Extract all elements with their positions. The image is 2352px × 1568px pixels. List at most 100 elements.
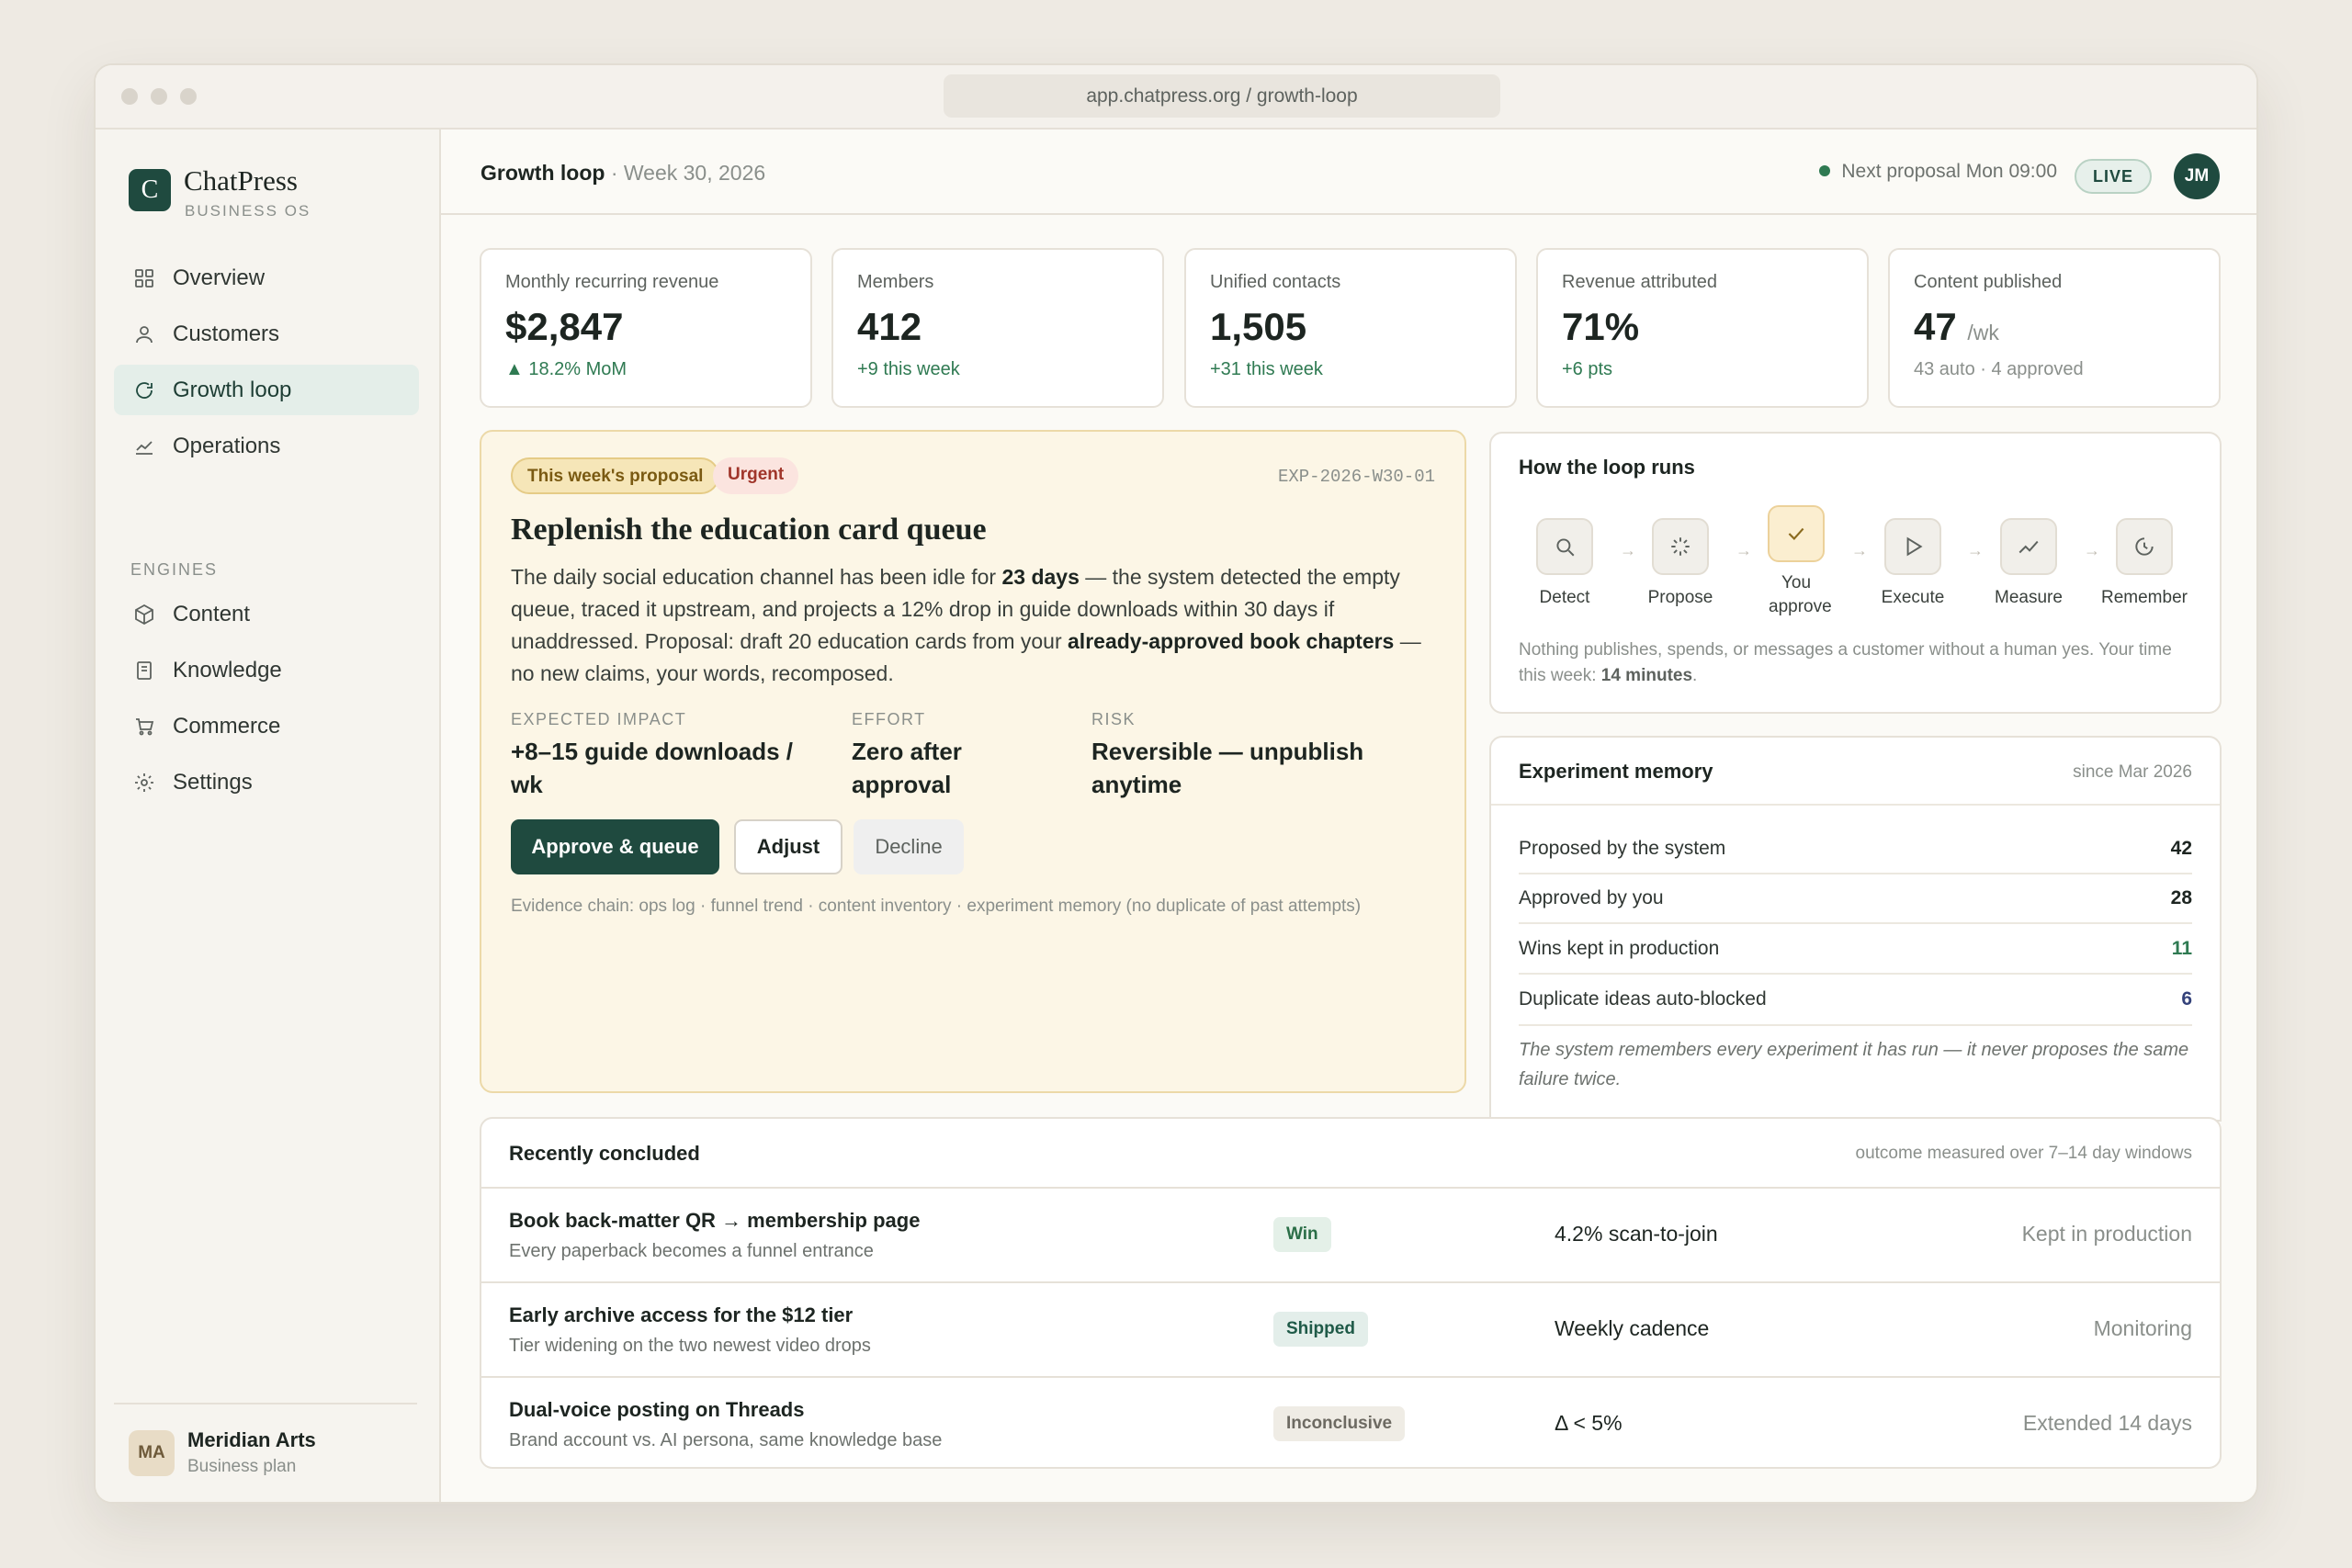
sidebar-item-settings[interactable]: Settings bbox=[114, 757, 419, 807]
loop-step-measure: Measure bbox=[1983, 518, 2075, 610]
experiment-memory-card: Experiment memory since Mar 2026 Propose… bbox=[1489, 736, 2222, 1122]
table-row[interactable]: Book back-matter QR → membership page Ev… bbox=[481, 1189, 2220, 1283]
step-label: Remember bbox=[2101, 588, 2188, 607]
approve-queue-button[interactable]: Approve & queue bbox=[511, 819, 719, 874]
kpi-label: Content published bbox=[1914, 272, 2063, 292]
sidebar-item-label: Customers bbox=[173, 321, 280, 346]
sparkle-icon bbox=[1652, 518, 1709, 575]
sidebar-item-content[interactable]: Content bbox=[114, 589, 419, 639]
app-window: app.chatpress.org / growth-loop C ChatPr… bbox=[94, 63, 2258, 1504]
memory-header-divider bbox=[1491, 804, 2220, 806]
sidebar-item-label: Overview bbox=[173, 265, 266, 290]
memory-row-value: 6 bbox=[2181, 988, 2192, 1010]
table-row[interactable]: Dual-voice posting on Threads Brand acco… bbox=[481, 1378, 2220, 1472]
trend-icon bbox=[132, 434, 156, 458]
kpi-label: Members bbox=[857, 272, 934, 292]
experiment-subtitle: Brand account vs. AI persona, same knowl… bbox=[509, 1430, 943, 1450]
url-bar[interactable]: app.chatpress.org / growth-loop bbox=[944, 74, 1500, 118]
impact-value: +8–15 guide downloads / wk bbox=[511, 738, 794, 798]
memory-title: Experiment memory bbox=[1519, 760, 1713, 783]
experiment-title: Early archive access for the $12 tier bbox=[509, 1303, 854, 1326]
loop-note: Nothing publishes, spends, or messages a… bbox=[1519, 637, 2199, 689]
recent-note: outcome measured over 7–14 day windows bbox=[1855, 1144, 2192, 1163]
desc-emphasis: 23 days bbox=[1001, 565, 1080, 589]
status-dot-icon bbox=[1819, 165, 1831, 176]
app-logo[interactable]: C bbox=[129, 169, 171, 211]
loop-step-execute: Execute bbox=[1867, 518, 1959, 610]
arrow-icon: → bbox=[1967, 541, 1984, 559]
window-maximize-dot[interactable] bbox=[180, 88, 197, 105]
kpi-label: Monthly recurring revenue bbox=[505, 272, 719, 292]
book-icon bbox=[132, 659, 156, 682]
window-close-dot[interactable] bbox=[121, 88, 138, 105]
memory-row: Wins kept in production 11 bbox=[1519, 925, 2192, 975]
adjust-button[interactable]: Adjust bbox=[734, 819, 842, 874]
risk-label: RISK bbox=[1091, 710, 1136, 728]
kpi-card-revenue-attributed: Revenue attributed 71% +6 pts bbox=[1536, 248, 1869, 408]
refresh-icon bbox=[132, 378, 156, 402]
breadcrumb-separator: · bbox=[610, 161, 618, 185]
experiment-id: EXP-2026-W30-01 bbox=[1277, 467, 1435, 487]
step-label: Execute bbox=[1881, 588, 1945, 607]
status-badge: Shipped bbox=[1273, 1312, 1368, 1347]
recent-title: Recently concluded bbox=[509, 1142, 700, 1165]
check-icon bbox=[1768, 505, 1825, 562]
experiment-title: Dual-voice posting on Threads bbox=[509, 1398, 805, 1421]
kpi-card-contacts: Unified contacts 1,505 +31 this week bbox=[1184, 248, 1517, 408]
page-title: Growth loop bbox=[481, 161, 605, 185]
kpi-number: 47 bbox=[1914, 305, 1957, 348]
kpi-card-content-published: Content published 47 /wk 43 auto · 4 app… bbox=[1888, 248, 2221, 408]
kpi-value: 412 bbox=[857, 305, 1138, 348]
top-bar: Growth loop · Week 30, 2026 Next proposa… bbox=[441, 130, 2256, 215]
desc-emphasis: already-approved book chapters bbox=[1068, 629, 1395, 653]
user-icon bbox=[132, 322, 156, 346]
memory-row-value: 42 bbox=[2170, 838, 2192, 859]
sidebar-item-label: Operations bbox=[173, 433, 281, 458]
cart-icon bbox=[132, 715, 156, 739]
memory-since: since Mar 2026 bbox=[2073, 762, 2192, 782]
search-icon bbox=[1536, 518, 1593, 575]
proposal-description: The daily social education channel has b… bbox=[511, 561, 1439, 690]
decline-button[interactable]: Decline bbox=[854, 819, 964, 874]
recent-header: Recently concluded outcome measured over… bbox=[481, 1119, 2220, 1189]
experiment-status: Extended 14 days bbox=[2022, 1411, 2192, 1435]
effort-label: EFFORT bbox=[852, 710, 926, 728]
memory-note: The system remembers every experiment it… bbox=[1519, 1040, 2189, 1089]
kpi-number: 412 bbox=[857, 305, 922, 348]
kpi-number: 1,505 bbox=[1210, 305, 1307, 348]
sidebar-item-knowledge[interactable]: Knowledge bbox=[114, 645, 419, 695]
workspace-name[interactable]: Meridian Arts bbox=[187, 1428, 316, 1452]
kpi-label: Revenue attributed bbox=[1562, 272, 1718, 292]
evidence-chain: Evidence chain: ops log · funnel trend ·… bbox=[511, 897, 1362, 916]
sidebar-item-customers[interactable]: Customers bbox=[114, 309, 419, 359]
kpi-number: 71% bbox=[1562, 305, 1640, 348]
memory-row: Duplicate ideas auto-blocked 6 bbox=[1519, 975, 2192, 1024]
trend-icon bbox=[2000, 518, 2057, 575]
workspace-avatar[interactable]: MA bbox=[129, 1430, 175, 1476]
sidebar-item-overview[interactable]: Overview bbox=[114, 253, 419, 303]
sidebar-item-operations[interactable]: Operations bbox=[114, 421, 419, 471]
kpi-card-mrr: Monthly recurring revenue $2,847 ▲ 18.2%… bbox=[480, 248, 812, 408]
proposal-title: Replenish the education card queue bbox=[511, 513, 987, 547]
table-row[interactable]: Early archive access for the $12 tier Ti… bbox=[481, 1283, 2220, 1378]
step-label: Propose bbox=[1647, 588, 1713, 607]
loop-step-you-approve: You approve bbox=[1750, 505, 1842, 619]
proposal-week-pill: This week's proposal bbox=[511, 457, 720, 494]
impact-label: EXPECTED IMPACT bbox=[511, 710, 687, 728]
browser-titlebar: app.chatpress.org / growth-loop bbox=[96, 65, 2256, 130]
sidebar-item-growth-loop[interactable]: Growth loop bbox=[114, 365, 419, 415]
gear-icon bbox=[132, 771, 156, 795]
memory-row: Approved by you 28 bbox=[1519, 874, 2192, 924]
user-avatar[interactable]: JM bbox=[2174, 153, 2220, 199]
proposal-card: This week's proposal Urgent EXP-2026-W30… bbox=[480, 430, 1466, 1093]
desc-text: The daily social education channel has b… bbox=[511, 565, 1002, 589]
sidebar-item-label: Content bbox=[173, 601, 251, 626]
kpi-delta: 43 auto · 4 approved bbox=[1914, 359, 2084, 380]
kpi-number: $2,847 bbox=[505, 305, 624, 348]
window-minimize-dot[interactable] bbox=[151, 88, 167, 105]
brand-name: ChatPress bbox=[184, 164, 298, 197]
cube-icon bbox=[132, 603, 156, 626]
loop-note-time: 14 minutes bbox=[1600, 666, 1693, 685]
memory-row-label: Proposed by the system bbox=[1519, 838, 1726, 859]
sidebar-item-commerce[interactable]: Commerce bbox=[114, 701, 419, 751]
